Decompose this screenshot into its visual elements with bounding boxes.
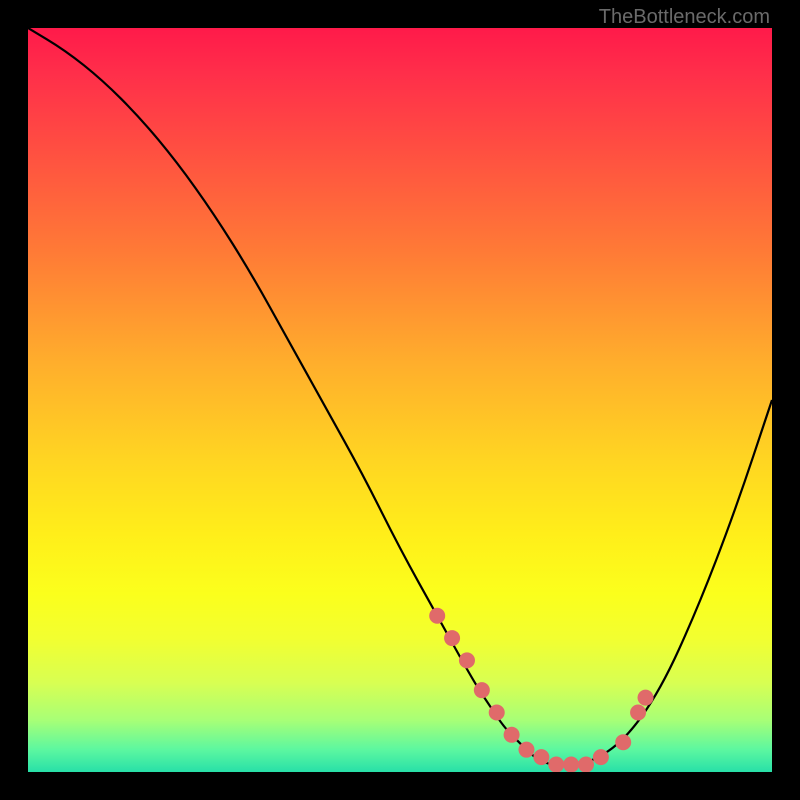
bottleneck-curve — [28, 28, 772, 765]
marker-dot — [429, 608, 445, 624]
marker-dot — [504, 727, 520, 743]
marker-dot — [563, 757, 579, 772]
marker-dot — [615, 734, 631, 750]
marker-dot — [533, 749, 549, 765]
marker-dot — [444, 630, 460, 646]
marker-dot — [630, 704, 646, 720]
marker-dot — [548, 757, 564, 772]
marker-dot — [578, 757, 594, 772]
attribution-text: TheBottleneck.com — [599, 6, 770, 29]
sweet-spot-markers — [429, 608, 653, 772]
marker-dot — [593, 749, 609, 765]
chart-plot-area — [28, 28, 772, 772]
marker-dot — [474, 682, 490, 698]
marker-dot — [489, 704, 505, 720]
marker-dot — [459, 652, 475, 668]
curve-svg — [28, 28, 772, 772]
marker-dot — [518, 742, 534, 758]
marker-dot — [638, 690, 654, 706]
